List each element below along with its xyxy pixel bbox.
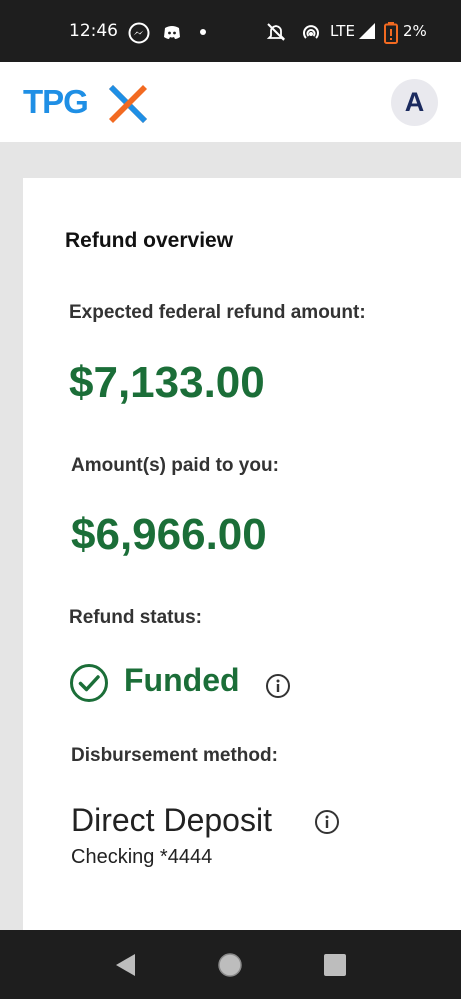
signal-icon (359, 23, 375, 39)
system-nav-bar (0, 930, 461, 999)
avatar[interactable]: A (391, 79, 438, 126)
battery-percent: 2% (403, 22, 427, 40)
notification-dot (200, 29, 206, 35)
discord-icon (164, 26, 180, 39)
back-button[interactable] (113, 952, 137, 978)
battery-low-icon (384, 22, 398, 44)
card-title: Refund overview (65, 229, 234, 252)
logo-text[interactable]: TPG (23, 83, 89, 121)
disbursement-method-value: Direct Deposit (71, 802, 272, 838)
refund-status-label: Refund status: (69, 607, 202, 628)
recents-button[interactable] (323, 953, 347, 977)
tpg-logo-icon[interactable] (107, 81, 149, 123)
expected-refund-label: Expected federal refund amount: (69, 302, 366, 323)
expected-refund-amount: $7,133.00 (69, 358, 265, 407)
status-info-icon[interactable] (265, 673, 291, 699)
hotspot-icon (303, 25, 319, 39)
status-bar: 12:46 LTE 2% (0, 0, 461, 62)
refund-status-value: Funded (124, 662, 240, 698)
bell-off-icon (266, 23, 286, 41)
account-value: Checking *4444 (71, 846, 213, 868)
home-button[interactable] (217, 952, 243, 978)
disbursement-method-label: Disbursement method: (71, 745, 278, 766)
messenger-icon (128, 22, 150, 44)
check-circle-icon (70, 664, 108, 702)
paid-amount-label: Amount(s) paid to you: (71, 455, 279, 476)
network-type: LTE (330, 22, 355, 40)
method-info-icon[interactable] (314, 809, 340, 835)
status-time: 12:46 (69, 21, 118, 41)
paid-amount-value: $6,966.00 (71, 510, 267, 559)
